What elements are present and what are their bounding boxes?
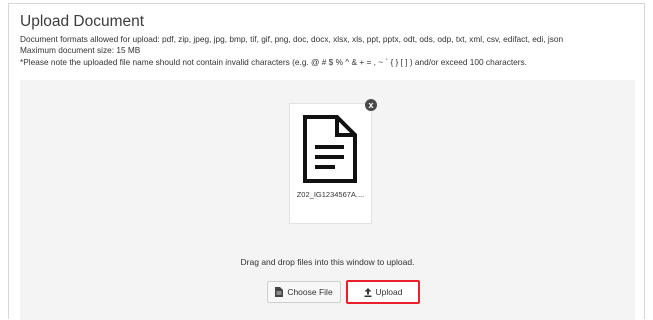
- upload-icon: [364, 287, 372, 297]
- allowed-formats-text: Document formats allowed for upload: pdf…: [20, 34, 564, 44]
- file-icon: [275, 287, 284, 297]
- file-name: Z02_IG1234567A....: [296, 190, 365, 199]
- remove-file-button[interactable]: x: [365, 99, 377, 111]
- uploaded-file-card: Z02_IG1234567A....: [289, 103, 372, 224]
- page-title: Upload Document: [20, 13, 145, 30]
- choose-file-button[interactable]: Choose File: [267, 281, 341, 303]
- choose-file-label: Choose File: [287, 287, 333, 297]
- upload-document-panel: Upload Document Document formats allowed…: [8, 3, 645, 320]
- file-drop-zone[interactable]: Z02_IG1234567A.... x Drag and drop files…: [20, 80, 635, 320]
- upload-label: Upload: [375, 287, 403, 297]
- max-size-text: Maximum document size: 15 MB: [20, 45, 141, 55]
- document-icon: [303, 115, 357, 183]
- drag-drop-instruction: Drag and drop files into this window to …: [240, 257, 415, 267]
- filename-note-text: *Please note the uploaded file name shou…: [20, 57, 527, 67]
- upload-button[interactable]: Upload: [346, 280, 420, 304]
